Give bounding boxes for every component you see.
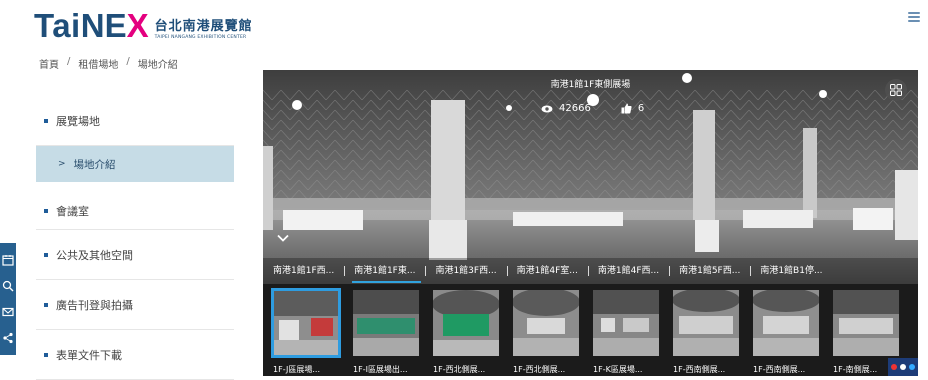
thumbnail-label: 1F-西北側展... <box>433 365 486 374</box>
breadcrumb-home[interactable]: 首頁 <box>39 56 59 71</box>
thumbnail-label: 1F-西南側展... <box>673 365 726 374</box>
thumbnail-active[interactable] <box>271 288 341 358</box>
like-count: 6 <box>637 103 645 114</box>
logo-subtitle: 台北南港展覽館 TAIPEI NANGANG EXHIBITION CENTER <box>155 19 253 41</box>
thumbnail[interactable] <box>353 290 419 356</box>
scene-tab[interactable]: 南港1館3F西... <box>425 258 506 284</box>
thumbs-up-icon[interactable] <box>621 103 632 114</box>
thumbnail[interactable] <box>433 290 499 356</box>
logo-english-name: TAIPEI NANGANG EXHIBITION CENTER <box>154 35 247 40</box>
breadcrumb-separator: / <box>67 56 71 67</box>
thumbnail[interactable] <box>513 290 579 356</box>
logo-nex-text: NEX <box>81 8 149 44</box>
breadcrumb-venue-rental[interactable]: 租借場地 <box>78 56 118 71</box>
sidebar-item-label: 會議室 <box>56 204 89 218</box>
breadcrumb: 首頁 / 租借場地 / 場地介紹 <box>39 56 178 71</box>
chevron-right-icon: > <box>58 159 66 169</box>
thumbnail-label: 1F-K區展場... <box>593 365 643 374</box>
thumbnail-label: 1F-西北側展... <box>513 365 566 374</box>
breadcrumb-current: 場地介紹 <box>137 60 178 71</box>
thumbnail-label: 1F-I區展場出... <box>353 365 408 374</box>
thumbnail[interactable] <box>593 290 659 356</box>
scene-tab[interactable]: 南港1館4F室... <box>506 258 588 284</box>
sidebar-item-label: 表單文件下載 <box>56 348 122 362</box>
sidebar-item-advertising[interactable]: 廣告刊登與拍攝 <box>36 280 234 330</box>
thumbnail[interactable] <box>833 290 899 356</box>
logo-tai-text: Tai <box>34 7 81 44</box>
sidebar-item-meeting-rooms[interactable]: 會議室 <box>36 192 234 230</box>
thumbnail-label: 1F-南側展... <box>833 365 878 374</box>
sidebar-item-label: 公共及其他空間 <box>56 248 133 262</box>
grid-view-button[interactable] <box>885 79 907 101</box>
calendar-icon[interactable] <box>2 254 14 266</box>
share-icon[interactable] <box>2 332 14 344</box>
site-logo[interactable]: Tai NEX 台北南港展覽館 TAIPEI NANGANG EXHIBITIO… <box>34 8 253 44</box>
logo-ne-text: NE <box>80 7 127 44</box>
viewer-title: 南港1館1F東側展場 <box>550 80 631 90</box>
logo-x-text: X <box>126 7 149 44</box>
bullet-icon <box>44 252 48 257</box>
sidebar-item-exhibition-venues[interactable]: 展覽場地 <box>36 96 234 146</box>
floating-toolbar <box>0 243 16 355</box>
hamburger-menu-icon[interactable] <box>908 12 920 22</box>
sidebar-item-form-downloads[interactable]: 表單文件下載 <box>36 330 234 380</box>
logo-chinese-name: 台北南港展覽館 <box>154 19 253 34</box>
sidebar-subitem-label: 場地介紹 <box>73 158 116 171</box>
viewer-brand-icon <box>888 358 918 376</box>
thumbnail-label: 1F-J區展場... <box>273 365 321 374</box>
sidebar-subitem-venue-intro[interactable]: > 場地介紹 <box>36 146 234 182</box>
breadcrumb-separator: / <box>126 56 130 67</box>
scene-tab-active[interactable]: 南港1館1F東... <box>344 258 425 284</box>
sidebar-item-label: 展覽場地 <box>56 114 100 128</box>
eye-icon <box>541 105 553 112</box>
panorama-viewer[interactable]: 南港1館1F東側展場 42666 6 南港1館1F西... 南港1館1F東...… <box>263 70 918 376</box>
viewer-stats: 42666 6 <box>541 103 644 114</box>
chevron-down-icon[interactable] <box>277 234 289 242</box>
bullet-icon <box>44 302 48 307</box>
scene-tabs: 南港1館1F西... 南港1館1F東... 南港1館3F西... 南港1館4F室… <box>263 258 918 284</box>
sidebar-item-label: 廣告刊登與拍攝 <box>56 298 133 312</box>
thumbnail-label: 1F-西南側展... <box>753 365 806 374</box>
thumbnail-strip: 1F-J區展場... 1F-I區展場出... 1F-西北側展... 1F-西北側… <box>263 284 918 376</box>
mail-icon[interactable] <box>2 306 14 318</box>
scene-tab[interactable]: 南港1館5F西... <box>669 258 750 284</box>
scene-tab[interactable]: 南港1館B1停... <box>750 258 832 284</box>
bullet-icon <box>44 352 48 357</box>
scene-tab[interactable]: 南港1館4F西... <box>587 258 669 284</box>
bullet-icon <box>44 118 48 123</box>
grid-icon <box>890 84 902 96</box>
search-icon[interactable] <box>2 280 14 292</box>
view-count: 42666 <box>559 103 591 114</box>
bullet-icon <box>44 208 48 213</box>
sidebar: 展覽場地 > 場地介紹 會議室 公共及其他空間 廣告刊登與拍攝 表單文件下載 <box>36 96 234 380</box>
thumbnail[interactable] <box>673 290 739 356</box>
thumbnail[interactable] <box>753 290 819 356</box>
scene-tab[interactable]: 南港1館1F西... <box>263 258 344 284</box>
sidebar-item-public-spaces[interactable]: 公共及其他空間 <box>36 230 234 280</box>
